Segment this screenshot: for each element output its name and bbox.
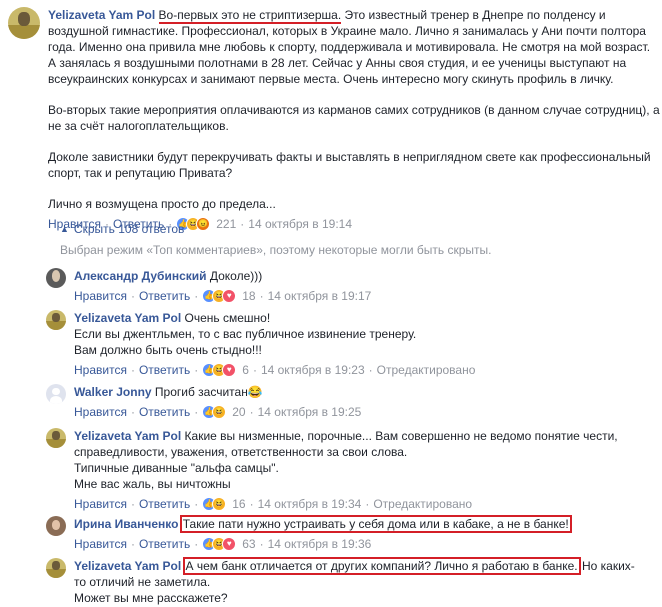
text-line: то отличий не заметила. (74, 575, 211, 589)
comment-author[interactable]: Yelizaveta Yam Pol (74, 429, 181, 443)
timestamp[interactable]: 14 октября в 19:14 (248, 217, 352, 231)
reactions[interactable]: 👍 😆 (202, 497, 227, 511)
text-line: Доколе))) (209, 269, 263, 283)
avatar[interactable] (46, 268, 66, 288)
like-button[interactable]: Нравится (74, 537, 127, 551)
timestamp[interactable]: 14 октября в 19:23 (261, 363, 365, 377)
love-reaction-icon: ♥ (222, 537, 237, 551)
edited-label[interactable]: Отредактировано (373, 497, 472, 511)
reply: Yelizaveta Yam Pol А чем банк отличается… (46, 557, 656, 606)
comment-body: Yelizaveta Yam Pol Во-первых это не стри… (48, 7, 660, 233)
text-line: Типичные диванные "альфа самцы". (74, 461, 279, 475)
like-button[interactable]: Нравится (74, 289, 127, 303)
reactions[interactable]: 👍 😆 ♥ (202, 363, 237, 377)
text-line: справедливости, уважения, ответственност… (74, 445, 408, 459)
comment-actions: Нравится · Ответить · 👍 😆 ♥ 6 · 14 октября… (74, 363, 476, 377)
reply: Александр Дубинский Доколе))) Нравится ·… (46, 268, 656, 305)
text-line: Лично я возмущена просто до предела... (48, 197, 276, 211)
text-line: воздушной гимнастике. Профессионал, кото… (48, 24, 646, 38)
reaction-count[interactable]: 20 (232, 405, 245, 419)
avatar[interactable] (46, 310, 66, 330)
comment-actions: Нравится · Ответить · 👍 😆 ♥ 63 · 14 октябр… (74, 537, 372, 551)
reply: Yelizaveta Yam Pol Какие вы низменные, п… (46, 428, 656, 513)
caret-up-icon: ▲ (60, 224, 69, 234)
text-line: Доколе завистники будут перекручивать фа… (48, 150, 651, 164)
main-comment: Yelizaveta Yam Pol Во-первых это не стри… (8, 7, 660, 233)
avatar[interactable] (8, 7, 40, 39)
reply-button[interactable]: Ответить (139, 405, 190, 419)
reactions[interactable]: 👍 😆 (202, 405, 227, 419)
timestamp[interactable]: 14 октября в 19:36 (268, 537, 372, 551)
hide-replies-label: Скрыть 108 ответов (73, 222, 185, 236)
comment-actions: Нравится · Ответить · 👍 😆 ♥ 18 · 14 октябр… (74, 289, 372, 303)
highlighted-text: Во-первых это не стриптизерша. (158, 8, 342, 24)
highlighted-text: Такие пати нужно устраивать у себя дома … (179, 515, 572, 533)
text-line: Мне вас жаль, вы ничтожны (74, 477, 231, 491)
like-button[interactable]: Нравится (74, 363, 127, 377)
text-line: не за счёт налогоплательщиков. (48, 119, 229, 133)
comment-author[interactable]: Yelizaveta Yam Pol (48, 8, 155, 22)
text-line: года. Именно она привила мне любовь к сп… (48, 40, 651, 54)
love-reaction-icon: ♥ (222, 363, 237, 377)
like-button[interactable]: Нравится (74, 497, 127, 511)
comment-author[interactable]: Yelizaveta Yam Pol (74, 559, 181, 573)
comment-author[interactable]: Yelizaveta Yam Pol (74, 311, 181, 325)
timestamp[interactable]: 14 октября в 19:17 (268, 289, 372, 303)
timestamp[interactable]: 14 октября в 19:34 (258, 497, 362, 511)
text-line: Вам должно быть очень стыдно!!! (74, 343, 262, 357)
angry-reaction-icon: 😠 (196, 217, 211, 231)
edited-label[interactable]: Отредактировано (377, 363, 476, 377)
text-line: Это известный тренер в Днепре по полденс… (341, 8, 606, 22)
text-line: Но каких- (578, 559, 635, 573)
reply: Ирина Иванченко Такие пати нужно устраив… (46, 515, 656, 553)
haha-reaction-icon: 😆 (212, 497, 227, 511)
text-line: Прогиб засчитан😂 (154, 385, 263, 399)
avatar[interactable] (46, 516, 66, 536)
text-line: Какие вы низменные, порочные... Вам сове… (184, 429, 618, 443)
love-reaction-icon: ♥ (222, 289, 237, 303)
timestamp[interactable]: 14 октября в 19:25 (258, 405, 362, 419)
comment-author[interactable]: Walker Jonny (74, 385, 152, 399)
haha-reaction-icon: 😆 (212, 405, 227, 419)
comment-author[interactable]: Александр Дубинский (74, 269, 207, 283)
text-line: Очень смешно! (184, 311, 271, 325)
avatar[interactable] (46, 558, 66, 578)
comment-text: Yelizaveta Yam Pol Во-первых это не стри… (48, 7, 660, 212)
text-line: Может вы мне расскажете? (74, 591, 228, 605)
comment-actions: Нравится · Ответить · 👍 😆 16 · 14 октября… (74, 497, 473, 511)
reaction-count[interactable]: 63 (242, 537, 255, 551)
comment-actions: Нравится · Ответить · 👍 😆 20 · 14 октября… (74, 405, 362, 419)
reply-button[interactable]: Ответить (139, 537, 190, 551)
reply-button[interactable]: Ответить (139, 363, 190, 377)
reaction-count[interactable]: 6 (242, 363, 249, 377)
reply-button[interactable]: Ответить (139, 289, 190, 303)
like-button[interactable]: Нравится (74, 405, 127, 419)
reaction-count[interactable]: 221 (216, 217, 236, 231)
reply-button[interactable]: Ответить (139, 497, 190, 511)
text-line: спорт, так и репутацию Привата? (48, 166, 233, 180)
text-line: всеукраинских конкурсах и занимают первы… (48, 72, 614, 86)
reaction-count[interactable]: 16 (232, 497, 245, 511)
comment-author[interactable]: Ирина Иванченко (74, 517, 178, 531)
hide-replies-link[interactable]: ▲ Скрыть 108 ответов (60, 222, 184, 236)
reactions[interactable]: 👍 😆 ♥ (202, 289, 237, 303)
avatar[interactable] (46, 384, 66, 404)
reply: Yelizaveta Yam Pol Очень смешно! Если вы… (46, 310, 656, 379)
reactions[interactable]: 👍 😆 ♥ (202, 537, 237, 551)
text-line: Во-вторых такие мероприятия оплачиваются… (48, 103, 660, 117)
highlighted-text: А чем банк отличается от других компаний… (182, 557, 581, 575)
text-line: А занялась я воздушными полотнами в 28 л… (48, 56, 627, 70)
reply: Walker Jonny Прогиб засчитан😂 Нравится ·… (46, 384, 656, 421)
reaction-count[interactable]: 18 (242, 289, 255, 303)
text-line: Если вы джентльмен, то с вас публичное и… (74, 327, 417, 341)
avatar[interactable] (46, 428, 66, 448)
filter-note: Выбран режим «Топ комментариев», поэтому… (60, 243, 492, 257)
